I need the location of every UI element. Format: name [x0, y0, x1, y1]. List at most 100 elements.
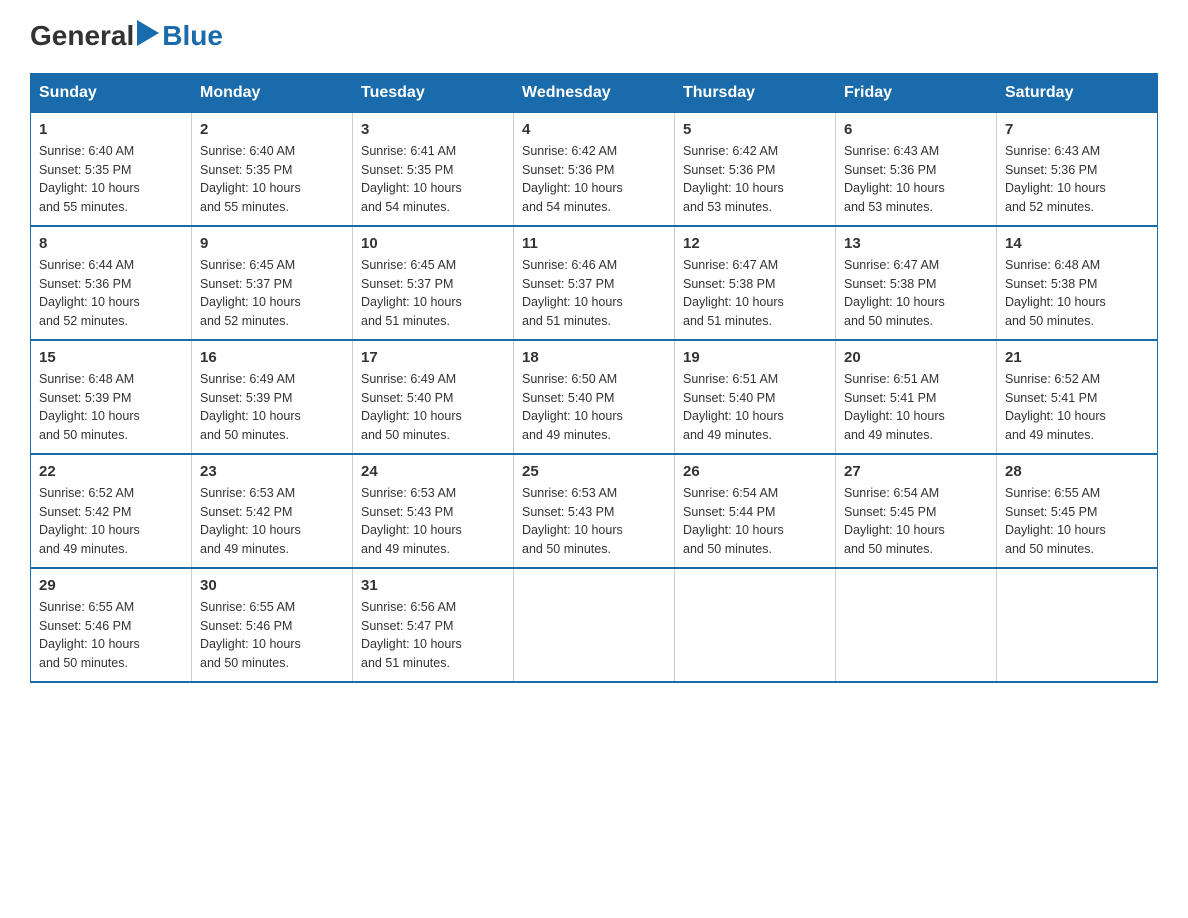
day-info: Sunrise: 6:41 AM Sunset: 5:35 PM Dayligh…	[361, 142, 505, 217]
day-info: Sunrise: 6:42 AM Sunset: 5:36 PM Dayligh…	[683, 142, 827, 217]
day-number: 23	[200, 463, 344, 480]
day-cell: 18 Sunrise: 6:50 AM Sunset: 5:40 PM Dayl…	[514, 340, 675, 454]
day-cell: 5 Sunrise: 6:42 AM Sunset: 5:36 PM Dayli…	[675, 112, 836, 226]
day-cell	[675, 568, 836, 682]
day-info: Sunrise: 6:49 AM Sunset: 5:39 PM Dayligh…	[200, 370, 344, 445]
day-info: Sunrise: 6:54 AM Sunset: 5:45 PM Dayligh…	[844, 484, 988, 559]
day-number: 7	[1005, 121, 1149, 138]
day-cell: 29 Sunrise: 6:55 AM Sunset: 5:46 PM Dayl…	[31, 568, 192, 682]
day-number: 12	[683, 235, 827, 252]
day-info: Sunrise: 6:48 AM Sunset: 5:39 PM Dayligh…	[39, 370, 183, 445]
day-cell	[836, 568, 997, 682]
day-number: 26	[683, 463, 827, 480]
day-number: 1	[39, 121, 183, 138]
day-info: Sunrise: 6:45 AM Sunset: 5:37 PM Dayligh…	[361, 256, 505, 331]
day-cell: 15 Sunrise: 6:48 AM Sunset: 5:39 PM Dayl…	[31, 340, 192, 454]
day-number: 28	[1005, 463, 1149, 480]
day-cell: 26 Sunrise: 6:54 AM Sunset: 5:44 PM Dayl…	[675, 454, 836, 568]
day-number: 29	[39, 577, 183, 594]
day-number: 25	[522, 463, 666, 480]
day-cell: 21 Sunrise: 6:52 AM Sunset: 5:41 PM Dayl…	[997, 340, 1158, 454]
day-cell: 13 Sunrise: 6:47 AM Sunset: 5:38 PM Dayl…	[836, 226, 997, 340]
calendar-header: SundayMondayTuesdayWednesdayThursdayFrid…	[31, 73, 1158, 112]
day-cell: 6 Sunrise: 6:43 AM Sunset: 5:36 PM Dayli…	[836, 112, 997, 226]
day-cell: 14 Sunrise: 6:48 AM Sunset: 5:38 PM Dayl…	[997, 226, 1158, 340]
day-info: Sunrise: 6:51 AM Sunset: 5:41 PM Dayligh…	[844, 370, 988, 445]
day-info: Sunrise: 6:53 AM Sunset: 5:43 PM Dayligh…	[522, 484, 666, 559]
day-cell: 23 Sunrise: 6:53 AM Sunset: 5:42 PM Dayl…	[192, 454, 353, 568]
header-cell-monday: Monday	[192, 73, 353, 112]
day-number: 4	[522, 121, 666, 138]
day-cell: 10 Sunrise: 6:45 AM Sunset: 5:37 PM Dayl…	[353, 226, 514, 340]
calendar-body: 1 Sunrise: 6:40 AM Sunset: 5:35 PM Dayli…	[31, 112, 1158, 682]
day-cell: 20 Sunrise: 6:51 AM Sunset: 5:41 PM Dayl…	[836, 340, 997, 454]
day-cell: 2 Sunrise: 6:40 AM Sunset: 5:35 PM Dayli…	[192, 112, 353, 226]
day-cell	[997, 568, 1158, 682]
day-number: 5	[683, 121, 827, 138]
header-cell-friday: Friday	[836, 73, 997, 112]
day-number: 9	[200, 235, 344, 252]
day-info: Sunrise: 6:47 AM Sunset: 5:38 PM Dayligh…	[844, 256, 988, 331]
header-cell-wednesday: Wednesday	[514, 73, 675, 112]
day-info: Sunrise: 6:55 AM Sunset: 5:45 PM Dayligh…	[1005, 484, 1149, 559]
day-number: 8	[39, 235, 183, 252]
header-cell-saturday: Saturday	[997, 73, 1158, 112]
logo: General Blue	[30, 20, 223, 53]
header-cell-thursday: Thursday	[675, 73, 836, 112]
day-number: 13	[844, 235, 988, 252]
day-info: Sunrise: 6:53 AM Sunset: 5:42 PM Dayligh…	[200, 484, 344, 559]
day-number: 24	[361, 463, 505, 480]
day-cell: 11 Sunrise: 6:46 AM Sunset: 5:37 PM Dayl…	[514, 226, 675, 340]
day-cell: 7 Sunrise: 6:43 AM Sunset: 5:36 PM Dayli…	[997, 112, 1158, 226]
day-info: Sunrise: 6:40 AM Sunset: 5:35 PM Dayligh…	[200, 142, 344, 217]
day-info: Sunrise: 6:54 AM Sunset: 5:44 PM Dayligh…	[683, 484, 827, 559]
day-info: Sunrise: 6:55 AM Sunset: 5:46 PM Dayligh…	[39, 598, 183, 673]
day-number: 2	[200, 121, 344, 138]
day-number: 6	[844, 121, 988, 138]
day-cell: 3 Sunrise: 6:41 AM Sunset: 5:35 PM Dayli…	[353, 112, 514, 226]
day-info: Sunrise: 6:49 AM Sunset: 5:40 PM Dayligh…	[361, 370, 505, 445]
day-cell: 27 Sunrise: 6:54 AM Sunset: 5:45 PM Dayl…	[836, 454, 997, 568]
day-info: Sunrise: 6:50 AM Sunset: 5:40 PM Dayligh…	[522, 370, 666, 445]
day-number: 3	[361, 121, 505, 138]
day-info: Sunrise: 6:42 AM Sunset: 5:36 PM Dayligh…	[522, 142, 666, 217]
day-number: 20	[844, 349, 988, 366]
calendar-table: SundayMondayTuesdayWednesdayThursdayFrid…	[30, 73, 1158, 683]
day-info: Sunrise: 6:53 AM Sunset: 5:43 PM Dayligh…	[361, 484, 505, 559]
day-info: Sunrise: 6:55 AM Sunset: 5:46 PM Dayligh…	[200, 598, 344, 673]
day-info: Sunrise: 6:52 AM Sunset: 5:42 PM Dayligh…	[39, 484, 183, 559]
day-cell: 16 Sunrise: 6:49 AM Sunset: 5:39 PM Dayl…	[192, 340, 353, 454]
day-info: Sunrise: 6:56 AM Sunset: 5:47 PM Dayligh…	[361, 598, 505, 673]
day-cell: 22 Sunrise: 6:52 AM Sunset: 5:42 PM Dayl…	[31, 454, 192, 568]
header-cell-tuesday: Tuesday	[353, 73, 514, 112]
day-number: 17	[361, 349, 505, 366]
day-cell: 17 Sunrise: 6:49 AM Sunset: 5:40 PM Dayl…	[353, 340, 514, 454]
day-number: 15	[39, 349, 183, 366]
week-row-1: 1 Sunrise: 6:40 AM Sunset: 5:35 PM Dayli…	[31, 112, 1158, 226]
day-cell: 9 Sunrise: 6:45 AM Sunset: 5:37 PM Dayli…	[192, 226, 353, 340]
day-number: 27	[844, 463, 988, 480]
day-cell: 12 Sunrise: 6:47 AM Sunset: 5:38 PM Dayl…	[675, 226, 836, 340]
day-info: Sunrise: 6:45 AM Sunset: 5:37 PM Dayligh…	[200, 256, 344, 331]
page-header: General Blue	[30, 20, 1158, 53]
day-cell: 28 Sunrise: 6:55 AM Sunset: 5:45 PM Dayl…	[997, 454, 1158, 568]
day-number: 18	[522, 349, 666, 366]
day-info: Sunrise: 6:44 AM Sunset: 5:36 PM Dayligh…	[39, 256, 183, 331]
day-number: 14	[1005, 235, 1149, 252]
day-info: Sunrise: 6:51 AM Sunset: 5:40 PM Dayligh…	[683, 370, 827, 445]
day-info: Sunrise: 6:47 AM Sunset: 5:38 PM Dayligh…	[683, 256, 827, 331]
logo-general-text: General	[30, 21, 134, 52]
header-cell-sunday: Sunday	[31, 73, 192, 112]
day-info: Sunrise: 6:40 AM Sunset: 5:35 PM Dayligh…	[39, 142, 183, 217]
week-row-4: 22 Sunrise: 6:52 AM Sunset: 5:42 PM Dayl…	[31, 454, 1158, 568]
day-info: Sunrise: 6:43 AM Sunset: 5:36 PM Dayligh…	[1005, 142, 1149, 217]
week-row-2: 8 Sunrise: 6:44 AM Sunset: 5:36 PM Dayli…	[31, 226, 1158, 340]
day-cell: 31 Sunrise: 6:56 AM Sunset: 5:47 PM Dayl…	[353, 568, 514, 682]
week-row-3: 15 Sunrise: 6:48 AM Sunset: 5:39 PM Dayl…	[31, 340, 1158, 454]
day-number: 21	[1005, 349, 1149, 366]
day-number: 30	[200, 577, 344, 594]
week-row-5: 29 Sunrise: 6:55 AM Sunset: 5:46 PM Dayl…	[31, 568, 1158, 682]
header-row: SundayMondayTuesdayWednesdayThursdayFrid…	[31, 73, 1158, 112]
day-cell: 25 Sunrise: 6:53 AM Sunset: 5:43 PM Dayl…	[514, 454, 675, 568]
logo-blue-text: Blue	[162, 21, 223, 52]
